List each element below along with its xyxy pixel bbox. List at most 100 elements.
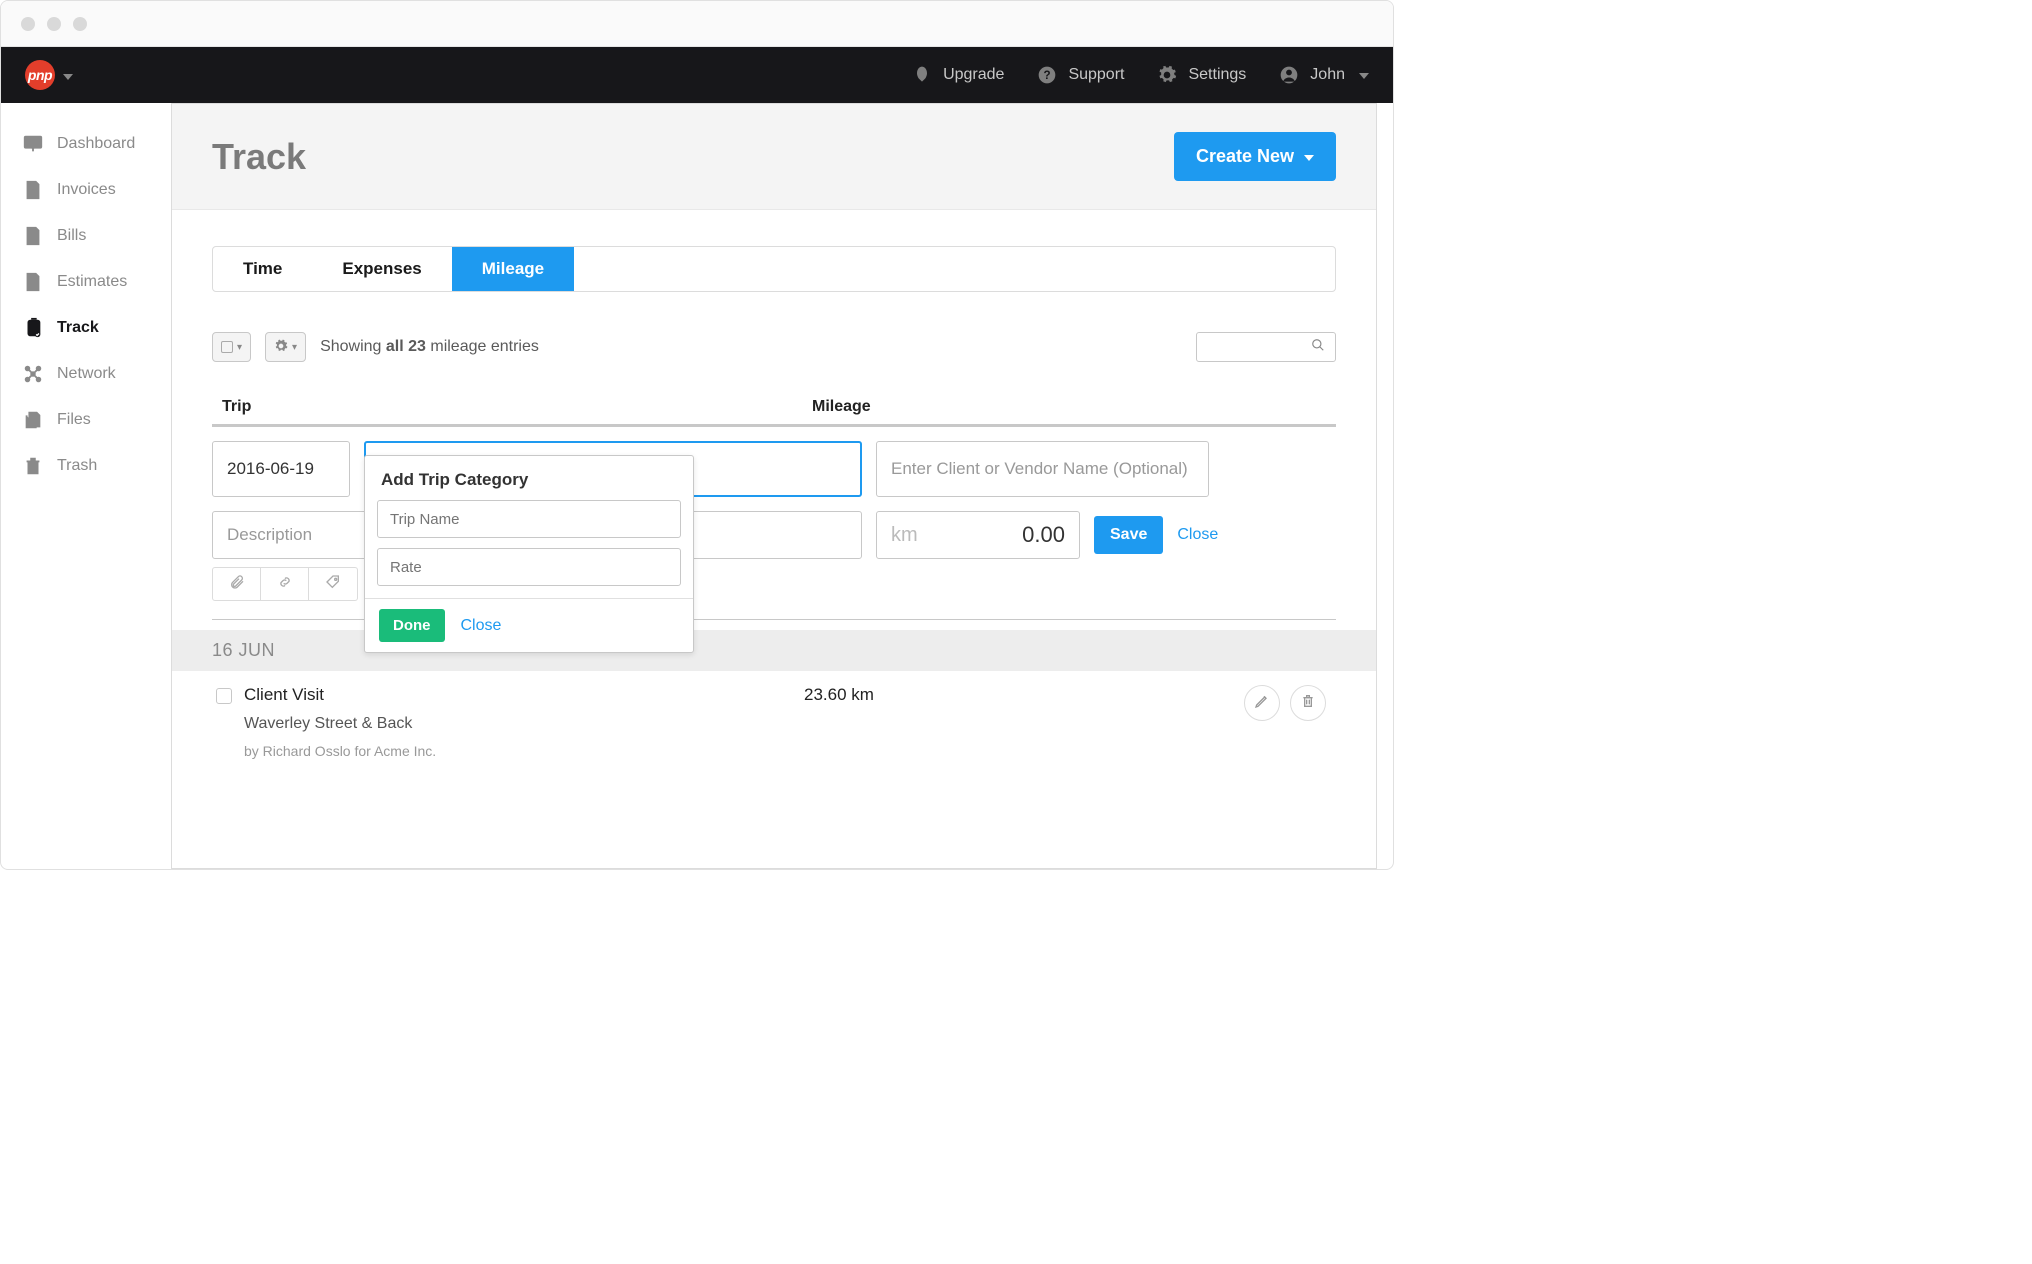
edit-row-button[interactable] — [1244, 685, 1280, 721]
track-tabs: Time Expenses Mileage — [212, 246, 1336, 292]
trash-icon — [1300, 693, 1316, 713]
app-window: pnp Upgrade ? Support Settings — [0, 0, 1394, 870]
window-titlebar — [1, 1, 1393, 47]
row-byline: by Richard Osslo for Acme Inc. — [244, 743, 804, 759]
mileage-value: 0.00 — [1022, 522, 1065, 548]
popup-close-link[interactable]: Close — [461, 617, 502, 635]
sidebar-item-invoices[interactable]: Invoices — [1, 167, 171, 213]
rocket-icon — [911, 64, 933, 86]
mileage-amount-field[interactable]: km 0.00 — [876, 511, 1080, 559]
search-icon — [1311, 338, 1325, 356]
network-icon — [21, 362, 45, 386]
sidebar-item-bills[interactable]: Bills — [1, 213, 171, 259]
attach-tag-button[interactable] — [309, 568, 357, 600]
nav-user-name: John — [1310, 66, 1345, 84]
search-input[interactable] — [1196, 332, 1336, 362]
sidebar-item-files[interactable]: Files — [1, 397, 171, 443]
svg-text:?: ? — [1044, 69, 1051, 82]
panel-body: Time Expenses Mileage ▾ — [172, 210, 1376, 759]
sidebar-item-label: Files — [57, 411, 91, 429]
sidebar-item-label: Track — [57, 319, 99, 337]
sidebar-item-label: Bills — [57, 227, 86, 245]
brand-dropdown-caret[interactable] — [63, 67, 73, 84]
row-subtitle: Waverley Street & Back — [244, 715, 804, 733]
window-dot-max[interactable] — [73, 17, 87, 31]
client-vendor-field[interactable]: Enter Client or Vendor Name (Optional) — [876, 441, 1209, 497]
nav-upgrade-label: Upgrade — [943, 66, 1004, 84]
sidebar: Dashboard Invoices Bills Estimates — [1, 103, 171, 869]
sidebar-item-label: Invoices — [57, 181, 116, 199]
help-icon: ? — [1036, 64, 1058, 86]
invoice-icon — [21, 178, 45, 202]
nav-support[interactable]: ? Support — [1036, 64, 1124, 86]
row-mileage: 23.60 km — [804, 685, 874, 705]
files-icon — [21, 408, 45, 432]
tab-expenses[interactable]: Expenses — [312, 247, 451, 291]
done-button[interactable]: Done — [379, 609, 445, 642]
sidebar-item-label: Estimates — [57, 273, 127, 291]
form-close-link[interactable]: Close — [1177, 526, 1218, 544]
attach-file-button[interactable] — [213, 568, 261, 600]
add-trip-category-popup: Add Trip Category Done Close — [364, 455, 694, 653]
tab-mileage[interactable]: Mileage — [452, 247, 574, 291]
column-header-mileage[interactable]: Mileage — [812, 398, 1326, 416]
estimates-icon — [21, 270, 45, 294]
tag-icon — [325, 574, 341, 594]
rate-input[interactable] — [377, 548, 681, 586]
nav-settings[interactable]: Settings — [1156, 64, 1246, 86]
date-group-header: 16 JUN — [172, 630, 1376, 671]
sidebar-item-track[interactable]: Track — [1, 305, 171, 351]
row-title: Client Visit — [244, 685, 804, 705]
page-title: Track — [212, 136, 306, 178]
window-dot-close[interactable] — [21, 17, 35, 31]
save-button[interactable]: Save — [1094, 516, 1163, 554]
create-new-label: Create New — [1196, 146, 1294, 167]
link-icon — [277, 574, 293, 594]
row-content: Client Visit Waverley Street & Back by R… — [244, 685, 804, 759]
window-dot-min[interactable] — [47, 17, 61, 31]
trip-name-input[interactable] — [377, 500, 681, 538]
date-field[interactable]: 2016-06-19 — [212, 441, 350, 497]
content-panel: Track Create New Time Expenses Mileage — [171, 103, 1377, 869]
sidebar-item-label: Network — [57, 365, 116, 383]
main-area: Track Create New Time Expenses Mileage — [171, 103, 1393, 869]
row-actions — [1244, 685, 1326, 721]
sidebar-item-label: Dashboard — [57, 135, 135, 153]
row-checkbox[interactable] — [216, 688, 232, 704]
sidebar-item-network[interactable]: Network — [1, 351, 171, 397]
create-new-button[interactable]: Create New — [1174, 132, 1336, 181]
gear-icon — [1156, 64, 1178, 86]
select-all-dropdown[interactable]: ▾ — [212, 332, 251, 362]
track-icon — [21, 316, 45, 340]
sidebar-item-estimates[interactable]: Estimates — [1, 259, 171, 305]
nav-support-label: Support — [1068, 66, 1124, 84]
sidebar-item-trash[interactable]: Trash — [1, 443, 171, 489]
delete-row-button[interactable] — [1290, 685, 1326, 721]
paperclip-icon — [229, 574, 245, 594]
tab-time[interactable]: Time — [213, 247, 312, 291]
bills-icon — [21, 224, 45, 248]
mileage-row[interactable]: Client Visit Waverley Street & Back by R… — [212, 671, 1336, 759]
attach-link-button[interactable] — [261, 568, 309, 600]
app-body: Dashboard Invoices Bills Estimates — [1, 103, 1393, 869]
chevron-down-icon — [1359, 66, 1369, 84]
sidebar-item-dashboard[interactable]: Dashboard — [1, 121, 171, 167]
dashboard-icon — [21, 132, 45, 156]
new-entry-row: 2016-06-19 Enter Client or Vendor Name (… — [212, 441, 1336, 497]
showing-text: Showing all 23 mileage entries — [320, 338, 539, 356]
sidebar-item-label: Trash — [57, 457, 97, 475]
trash-icon — [21, 454, 45, 478]
brand-logo[interactable]: pnp — [25, 60, 55, 90]
column-header-trip[interactable]: Trip — [222, 398, 812, 416]
pencil-icon — [1254, 693, 1270, 713]
list-toolbar: ▾ ▾ Showing all 23 mileage entries — [212, 332, 1336, 362]
bulk-actions-dropdown[interactable]: ▾ — [265, 332, 306, 362]
chevron-down-icon — [1304, 150, 1314, 164]
nav-settings-label: Settings — [1188, 66, 1246, 84]
table-header: Trip Mileage — [212, 390, 1336, 427]
panel-header: Track Create New — [172, 104, 1376, 210]
nav-user[interactable]: John — [1278, 64, 1369, 86]
nav-upgrade[interactable]: Upgrade — [911, 64, 1004, 86]
popup-title: Add Trip Category — [365, 456, 693, 500]
gear-icon — [274, 339, 288, 356]
